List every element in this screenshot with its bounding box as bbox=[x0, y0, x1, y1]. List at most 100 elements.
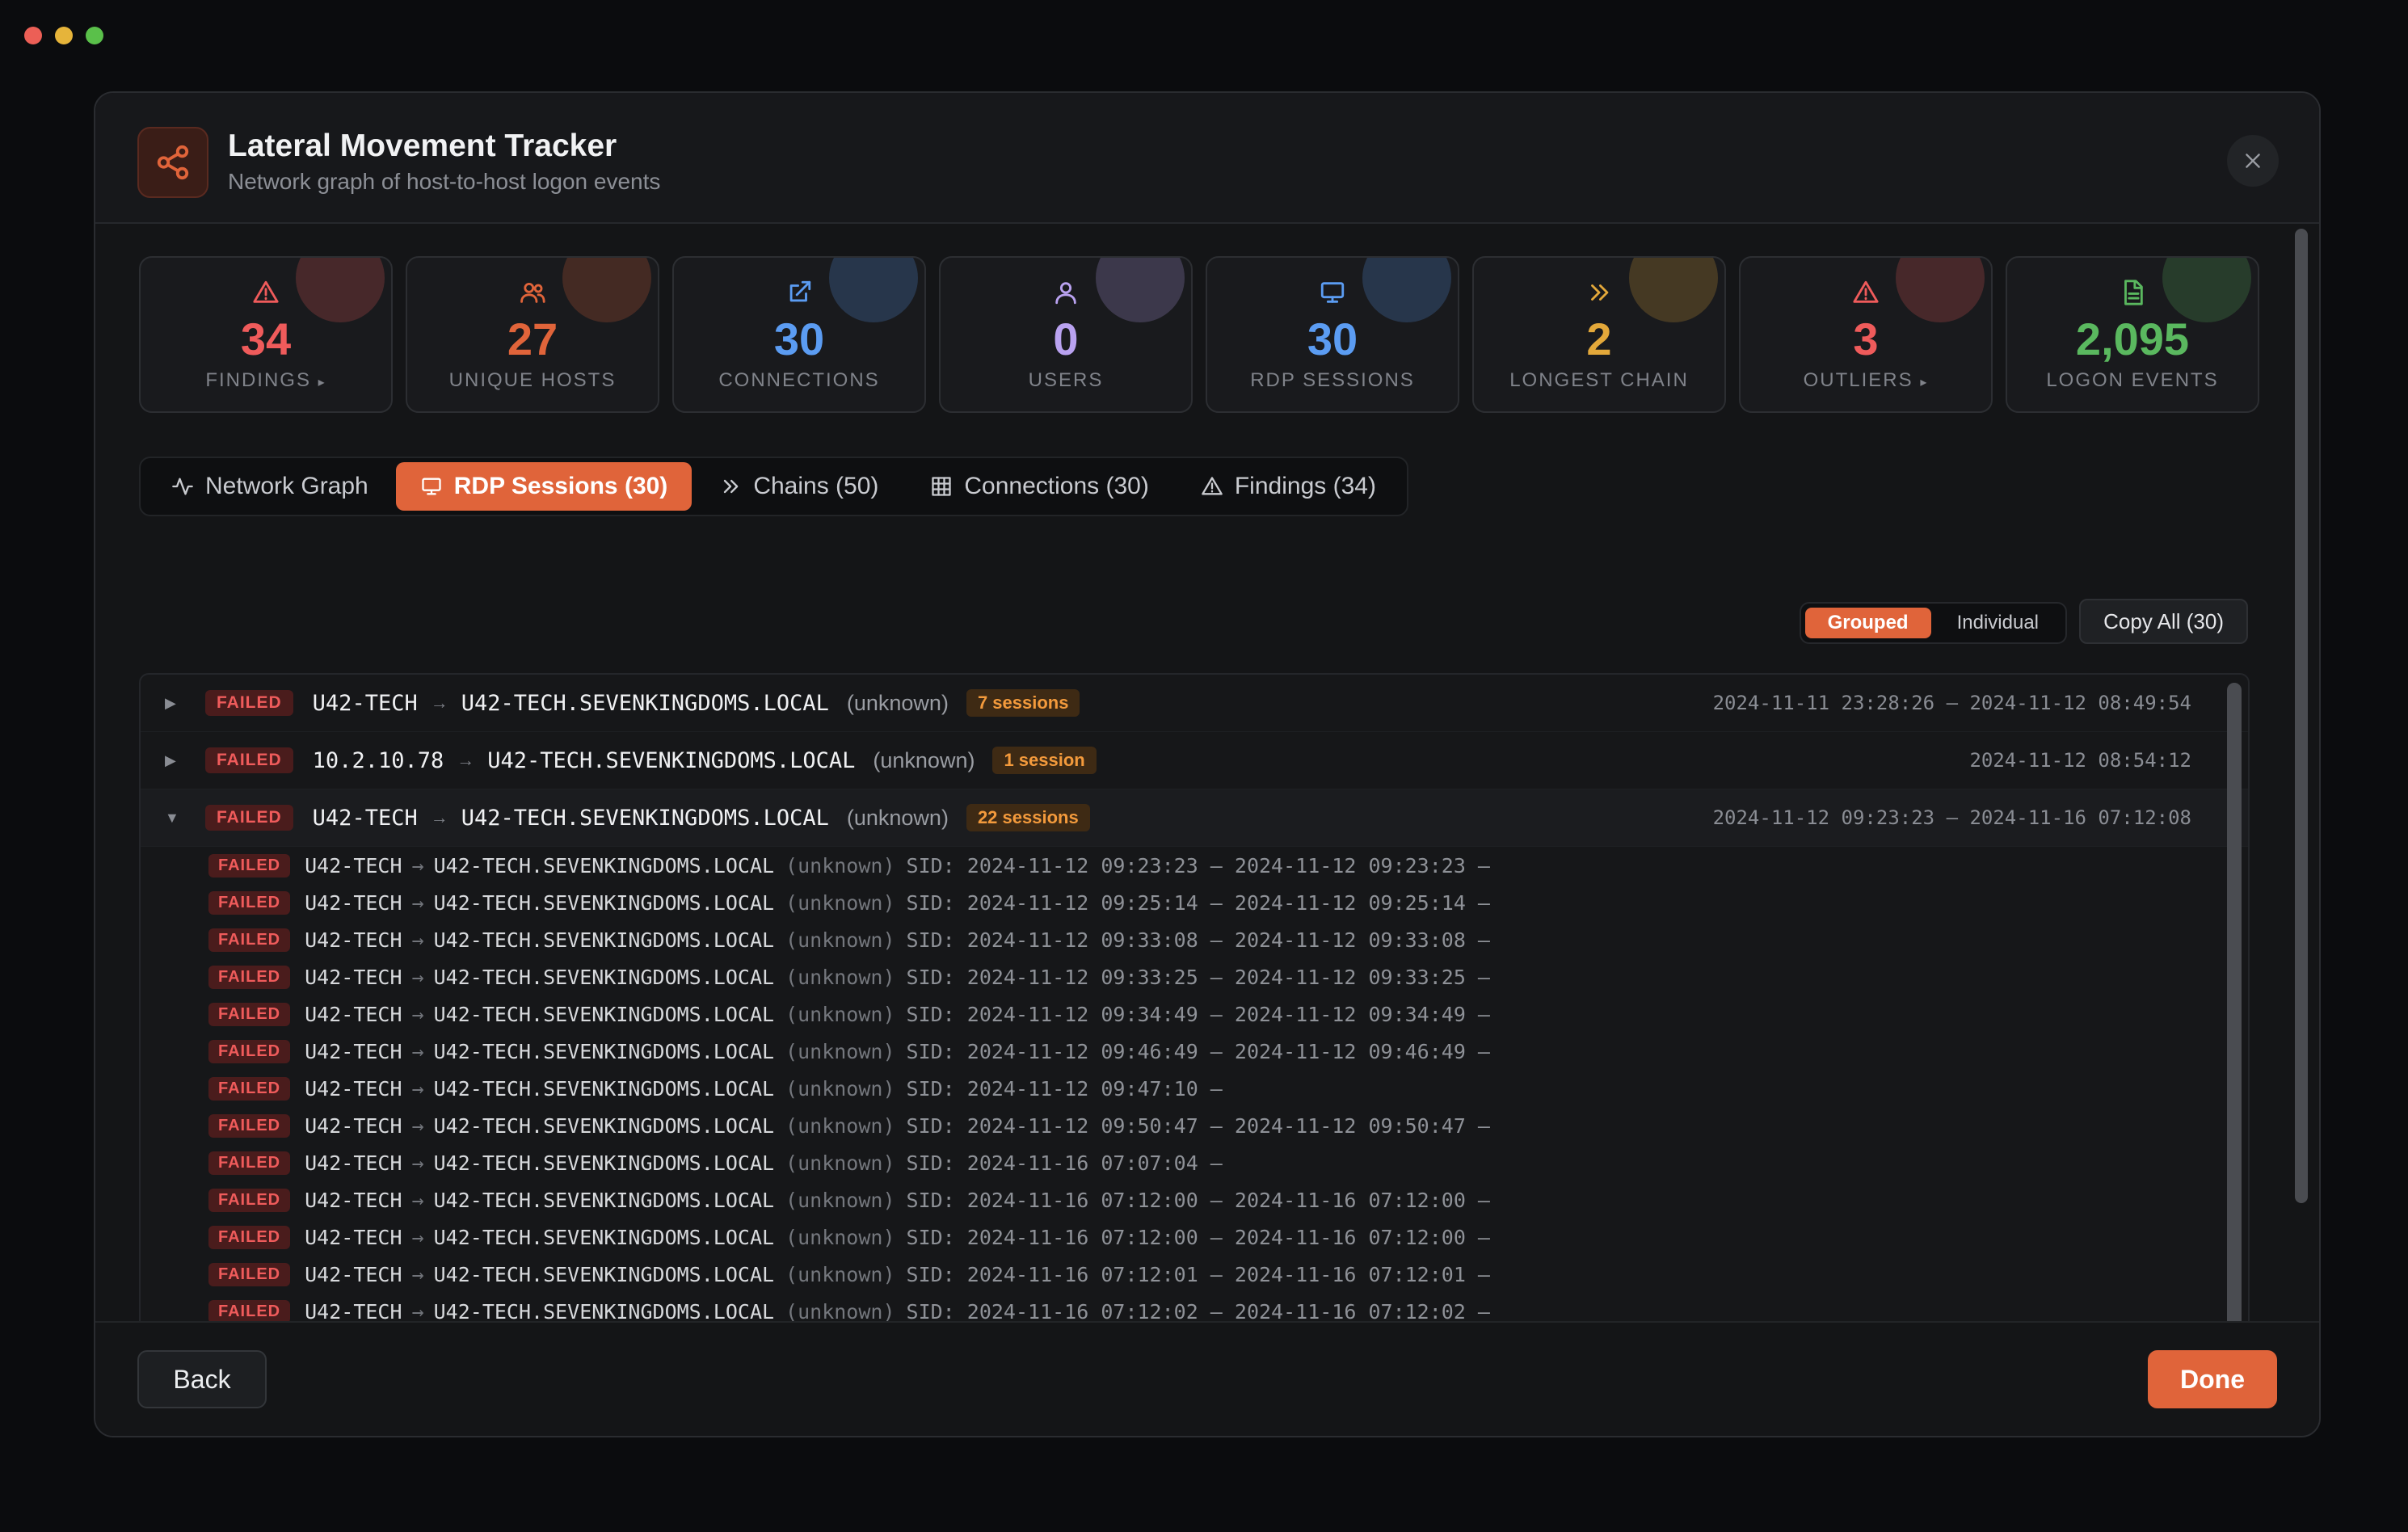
stat-icon bbox=[2119, 279, 2146, 306]
session-row[interactable]: FAILED U42-TECH → U42-TECH.SEVENKINGDOMS.LO… bbox=[141, 1256, 2248, 1293]
list-scrollbar-thumb[interactable] bbox=[2227, 683, 2242, 1378]
destination-host: U42-TECH.SEVENKINGDOMS.LOCAL bbox=[433, 1262, 775, 1286]
session-row[interactable]: FAILED U42-TECH → U42-TECH.SEVENKINGDOMS.LO… bbox=[141, 847, 2248, 884]
arrow-right-icon: → bbox=[411, 1076, 424, 1101]
time-range: 2024-11-12 09:23:23 — 2024-11-16 07:12:0… bbox=[1712, 806, 2191, 829]
window-controls bbox=[24, 27, 103, 44]
view-tabs: Network Graph RDP Sessions (30) Chains (50… bbox=[139, 457, 1408, 516]
arrow-right-icon: → bbox=[430, 807, 448, 827]
user-name: (unknown) bbox=[785, 1076, 895, 1101]
monitor-icon bbox=[1320, 282, 1345, 303]
arrow-right-icon: → bbox=[411, 928, 424, 952]
file-icon bbox=[2124, 280, 2143, 305]
user-name: (unknown) bbox=[846, 690, 949, 715]
session-row[interactable]: FAILED U42-TECH → U42-TECH.SEVENKINGDOMS.LO… bbox=[141, 1218, 2248, 1256]
session-times: SID: 2024-11-16 07:12:02 — 2024-11-16 07… bbox=[906, 1299, 1490, 1324]
destination-host: U42-TECH.SEVENKINGDOMS.LOCAL bbox=[487, 747, 856, 773]
back-button[interactable]: Back bbox=[137, 1350, 267, 1408]
status-badge: FAILED bbox=[208, 853, 291, 878]
user-name: (unknown) bbox=[785, 965, 895, 989]
session-times: SID: 2024-11-12 09:23:23 — 2024-11-12 09… bbox=[906, 853, 1490, 878]
session-times: SID: 2024-11-12 09:46:49 — 2024-11-12 09… bbox=[906, 1039, 1490, 1063]
session-row[interactable]: FAILED U42-TECH → U42-TECH.SEVENKINGDOMS.LO… bbox=[141, 958, 2248, 995]
session-times: SID: 2024-11-12 09:47:10 — bbox=[906, 1076, 1223, 1101]
source-host: U42-TECH bbox=[305, 1113, 402, 1138]
tab-rdp-sessions[interactable]: RDP Sessions (30) bbox=[395, 462, 693, 511]
destination-host: U42-TECH.SEVENKINGDOMS.LOCAL bbox=[433, 1039, 775, 1063]
session-row[interactable]: FAILED U42-TECH → U42-TECH.SEVENKINGDOMS.LO… bbox=[141, 921, 2248, 958]
session-row[interactable]: FAILED U42-TECH → U42-TECH.SEVENKINGDOMS.LO… bbox=[141, 1144, 2248, 1181]
stat-glow bbox=[1629, 258, 1718, 322]
source-host: U42-TECH bbox=[305, 853, 402, 878]
session-row[interactable]: FAILED U42-TECH → U42-TECH.SEVENKINGDOMS.LO… bbox=[141, 1070, 2248, 1107]
session-row[interactable]: FAILED U42-TECH → U42-TECH.SEVENKINGDOMS.LO… bbox=[141, 884, 2248, 921]
source-host: U42-TECH bbox=[305, 890, 402, 915]
stat-card-rdp-sessions[interactable]: 30 RDP SESSIONS bbox=[1206, 256, 1459, 413]
stat-card-logon-events[interactable]: 2,095 LOGON EVENTS bbox=[2006, 256, 2259, 413]
caret-down-icon[interactable]: ▼ bbox=[165, 810, 181, 827]
tab-chains[interactable]: Chains (50) bbox=[695, 462, 903, 511]
dialog-header: Lateral Movement Tracker Network graph o… bbox=[95, 93, 2319, 224]
stat-card-longest-chain[interactable]: 2 LONGEST CHAIN bbox=[1472, 256, 1726, 413]
done-button[interactable]: Done bbox=[2148, 1350, 2277, 1408]
copy-all-button[interactable]: Copy All (30) bbox=[2079, 599, 2248, 644]
source-host: U42-TECH bbox=[312, 690, 418, 716]
caret-right-icon[interactable]: ▶ bbox=[165, 752, 181, 769]
caret-right-icon[interactable]: ▶ bbox=[165, 695, 181, 712]
stat-card-users[interactable]: 0 USERS bbox=[939, 256, 1193, 413]
status-badge: FAILED bbox=[208, 1113, 291, 1138]
destination-host: U42-TECH.SEVENKINGDOMS.LOCAL bbox=[433, 1002, 775, 1026]
stat-card-outliers[interactable]: 3 OUTLIERS ▸ bbox=[1739, 256, 1993, 413]
zoom-window-dot[interactable] bbox=[86, 27, 103, 44]
tab-network-graph[interactable]: Network Graph bbox=[147, 462, 393, 511]
user-name: (unknown) bbox=[785, 1113, 895, 1138]
stat-card-connections[interactable]: 30 CONNECTIONS bbox=[672, 256, 926, 413]
user-name: (unknown) bbox=[785, 1262, 895, 1286]
close-window-dot[interactable] bbox=[24, 27, 42, 44]
source-host: 10.2.10.78 bbox=[312, 747, 444, 773]
destination-host: U42-TECH.SEVENKINGDOMS.LOCAL bbox=[433, 890, 775, 915]
session-row[interactable]: FAILED U42-TECH → U42-TECH.SEVENKINGDOMS.LO… bbox=[141, 1181, 2248, 1218]
tab-label: Findings (34) bbox=[1234, 473, 1376, 499]
destination-host: U42-TECH.SEVENKINGDOMS.LOCAL bbox=[461, 805, 829, 831]
dialog-title: Lateral Movement Tracker bbox=[228, 128, 617, 163]
session-group-row[interactable]: ▼ FAILED U42-TECH → U42-TECH.SEVENKINGDOMS.L… bbox=[141, 789, 2248, 847]
session-row[interactable]: FAILED U42-TECH → U42-TECH.SEVENKINGDOMS.LO… bbox=[141, 1033, 2248, 1070]
destination-host: U42-TECH.SEVENKINGDOMS.LOCAL bbox=[433, 1151, 775, 1175]
stat-glow bbox=[1096, 258, 1185, 322]
tab-findings[interactable]: Findings (34) bbox=[1177, 462, 1400, 511]
destination-host: U42-TECH.SEVENKINGDOMS.LOCAL bbox=[433, 1076, 775, 1101]
minimize-window-dot[interactable] bbox=[55, 27, 73, 44]
warning-icon bbox=[1853, 280, 1879, 303]
session-times: SID: 2024-11-12 09:33:25 — 2024-11-12 09… bbox=[906, 965, 1490, 989]
source-host: U42-TECH bbox=[305, 1188, 402, 1212]
status-badge: FAILED bbox=[205, 747, 293, 773]
stat-label: RDP SESSIONS bbox=[1250, 369, 1415, 391]
time-range: 2024-11-12 08:54:12 bbox=[1969, 749, 2191, 772]
close-button[interactable] bbox=[2227, 135, 2279, 187]
stat-label: LONGEST CHAIN bbox=[1509, 369, 1689, 391]
source-host: U42-TECH bbox=[305, 1002, 402, 1026]
source-host: U42-TECH bbox=[305, 1151, 402, 1175]
session-row[interactable]: FAILED U42-TECH → U42-TECH.SEVENKINGDOMS.LO… bbox=[141, 995, 2248, 1033]
stat-card-findings[interactable]: 34 FINDINGS ▸ bbox=[139, 256, 393, 413]
destination-host: U42-TECH.SEVENKINGDOMS.LOCAL bbox=[433, 853, 775, 878]
stat-value: 30 bbox=[773, 314, 825, 364]
tab-connections[interactable]: Connections (30) bbox=[906, 462, 1172, 511]
status-badge: FAILED bbox=[205, 805, 293, 831]
grouped-toggle-button[interactable]: Grouped bbox=[1804, 608, 1931, 638]
stat-card-unique-hosts[interactable]: 27 UNIQUE HOSTS bbox=[406, 256, 659, 413]
destination-host: U42-TECH.SEVENKINGDOMS.LOCAL bbox=[433, 1113, 775, 1138]
session-group-row[interactable]: ▶ FAILED 10.2.10.78 → U42-TECH.SEVENKINGDOMS… bbox=[141, 732, 2248, 789]
user-name: (unknown) bbox=[785, 1039, 895, 1063]
session-row[interactable]: FAILED U42-TECH → U42-TECH.SEVENKINGDOMS.LO… bbox=[141, 1107, 2248, 1144]
arrow-right-icon: → bbox=[411, 1225, 424, 1249]
stat-icon bbox=[1052, 279, 1080, 306]
stat-glow bbox=[1362, 258, 1451, 322]
share-network-icon bbox=[137, 127, 208, 198]
destination-host: U42-TECH.SEVENKINGDOMS.LOCAL bbox=[433, 965, 775, 989]
session-group-row[interactable]: ▶ FAILED U42-TECH → U42-TECH.SEVENKINGDOMS.L… bbox=[141, 675, 2248, 732]
individual-toggle-button[interactable]: Individual bbox=[1934, 608, 2061, 638]
session-times: SID: 2024-11-16 07:07:04 — bbox=[906, 1151, 1223, 1175]
tab-label: RDP Sessions (30) bbox=[453, 473, 668, 499]
